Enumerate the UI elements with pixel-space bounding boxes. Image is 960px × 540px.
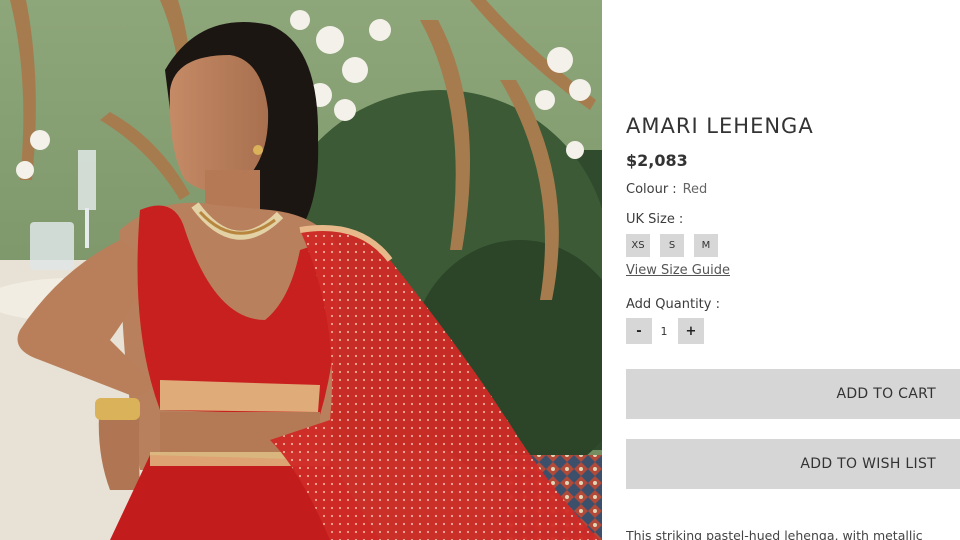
size-option-m[interactable]: M [694, 234, 718, 257]
product-price: $2,083 [626, 151, 688, 170]
colour-separator: : [672, 182, 677, 197]
size-label: UK Size [626, 212, 675, 227]
add-to-cart-button[interactable]: ADD TO CART [626, 369, 960, 419]
quantity-decrement-button[interactable]: - [626, 318, 652, 344]
colour-value: Red [682, 182, 708, 197]
size-separator: : [678, 212, 684, 227]
add-to-wishlist-button[interactable]: ADD TO WISH LIST [626, 439, 960, 489]
product-details-panel: AMARI LEHENGA $2,083 Colour: Red UK Size:… [626, 0, 960, 540]
product-photo [0, 0, 602, 540]
size-guide-link[interactable]: View Size Guide [626, 263, 730, 278]
size-row: UK Size: [626, 212, 689, 227]
quantity-label: Add Quantity : [626, 297, 720, 312]
product-title: AMARI LEHENGA [626, 114, 814, 138]
colour-row: Colour: Red [626, 182, 707, 197]
colour-label: Colour [626, 182, 669, 197]
size-option-s[interactable]: S [660, 234, 684, 257]
quantity-value[interactable]: 1 [657, 318, 671, 344]
size-option-xs[interactable]: XS [626, 234, 650, 257]
quantity-increment-button[interactable]: + [678, 318, 704, 344]
product-description: This striking pastel-hued lehenga, with … [626, 528, 923, 540]
